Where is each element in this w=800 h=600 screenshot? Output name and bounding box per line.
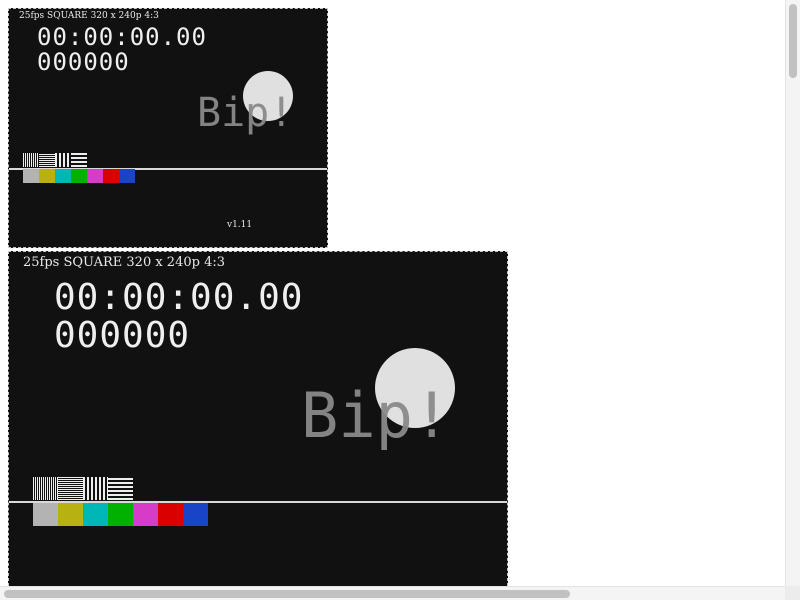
color-bar-7 bbox=[119, 169, 135, 183]
color-bar-5 bbox=[133, 503, 158, 526]
timecode-display: 00:00:00.00 bbox=[54, 277, 304, 318]
horizontal-line-pattern-icon bbox=[39, 153, 55, 167]
color-bar-3 bbox=[83, 503, 108, 526]
resolution-patterns bbox=[33, 477, 133, 500]
color-bar-1 bbox=[33, 503, 58, 526]
color-bar-6 bbox=[158, 503, 183, 526]
horizontal-line-pattern-icon bbox=[71, 153, 87, 167]
frame-counter: 000000 bbox=[54, 315, 191, 356]
color-bars bbox=[33, 503, 208, 526]
color-bar-6 bbox=[103, 169, 119, 183]
color-bar-2 bbox=[58, 503, 83, 526]
video-preview-small[interactable]: 25fps SQUARE 320 x 240p 4:3 00:00:00.00 … bbox=[8, 8, 328, 248]
bip-text: Bip! bbox=[301, 379, 451, 452]
video-info-overlay: 25fps SQUARE 320 x 240p 4:3 bbox=[23, 255, 225, 270]
frame-counter: 000000 bbox=[37, 48, 130, 76]
vertical-line-pattern-icon bbox=[23, 153, 39, 167]
timecode-display: 00:00:00.00 bbox=[37, 23, 207, 51]
video-preview-large[interactable]: 25fps SQUARE 320 x 240p 4:3 00:00:00.00 … bbox=[8, 251, 508, 586]
color-bar-2 bbox=[39, 169, 55, 183]
video-info-overlay: 25fps SQUARE 320 x 240p 4:3 bbox=[19, 11, 159, 21]
vertical-scrollbar[interactable] bbox=[785, 0, 800, 586]
scrollbar-corner bbox=[785, 586, 800, 600]
color-bar-4 bbox=[108, 503, 133, 526]
horizontal-scrollbar[interactable] bbox=[0, 586, 785, 600]
vertical-line-pattern-icon bbox=[33, 477, 58, 500]
page-viewport: 25fps SQUARE 320 x 240p 4:3 00:00:00.00 … bbox=[0, 0, 785, 586]
vertical-line-pattern-icon bbox=[55, 153, 71, 167]
horizontal-scrollbar-thumb[interactable] bbox=[4, 590, 570, 598]
bip-text: Bip! bbox=[197, 90, 294, 136]
horizontal-line-pattern-icon bbox=[108, 477, 133, 500]
version-label: v1.11 bbox=[227, 220, 253, 230]
color-bar-1 bbox=[23, 169, 39, 183]
color-bar-7 bbox=[183, 503, 208, 526]
horizontal-line-pattern-icon bbox=[58, 477, 83, 500]
resolution-patterns bbox=[23, 153, 87, 167]
color-bar-3 bbox=[55, 169, 71, 183]
color-bars bbox=[23, 169, 135, 183]
vertical-scrollbar-thumb[interactable] bbox=[789, 4, 797, 78]
color-bar-4 bbox=[71, 169, 87, 183]
color-bar-5 bbox=[87, 169, 103, 183]
vertical-line-pattern-icon bbox=[83, 477, 108, 500]
